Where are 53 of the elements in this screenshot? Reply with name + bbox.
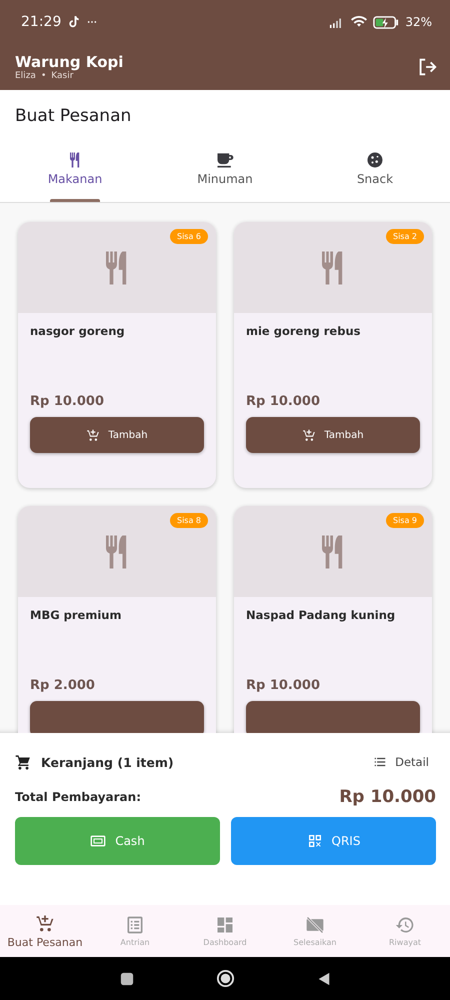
category-tab[interactable]: Makanan: [0, 140, 150, 202]
cart-plus-icon: [35, 913, 55, 933]
banknote-icon: [90, 833, 106, 849]
crossed-card-icon: [305, 915, 325, 935]
cookie-icon: [365, 150, 385, 170]
stock-badge: Sisa 6: [170, 229, 208, 244]
music-note-icon: [67, 15, 82, 29]
product-card[interactable]: Sisa 8 MBG premium Rp 2.000: [18, 506, 216, 733]
product-name: mie goreng rebus: [246, 324, 362, 340]
history-icon: [395, 915, 415, 935]
list-icon: [125, 915, 145, 935]
detail-button[interactable]: Detail: [366, 749, 436, 775]
app-title: Warung Kopi: [15, 53, 124, 71]
home-circle-icon[interactable]: [216, 969, 234, 988]
nav-item[interactable]: Buat Pesanan: [0, 905, 90, 957]
product-name: MBG premium: [30, 608, 122, 624]
dashboard-icon: [215, 915, 235, 935]
category-tab[interactable]: Minuman: [150, 140, 300, 202]
user-role: Kasir: [51, 71, 74, 81]
cart-plus-icon: [302, 428, 316, 442]
cart-summary: Keranjang (1 item): [41, 754, 174, 770]
page-title: Buat Pesanan: [14, 105, 132, 128]
product-price: Rp 10.000: [246, 678, 322, 693]
wifi-icon: [351, 16, 368, 28]
product-name: nasgor goreng: [30, 324, 126, 340]
battery-icon: [373, 16, 400, 28]
stock-badge: Sisa 2: [386, 229, 424, 244]
product-price: Rp 10.000: [30, 394, 106, 409]
stock-badge: Sisa 8: [170, 513, 208, 528]
cart-icon: [15, 754, 32, 770]
list-icon: [373, 755, 388, 769]
product-card[interactable]: Sisa 9 Naspad Padang kuning Rp 10.000: [234, 506, 432, 733]
square-icon[interactable]: [120, 972, 134, 986]
cart-plus-icon: [86, 428, 100, 442]
product-name: Naspad Padang kuning: [246, 608, 396, 624]
stock-badge: Sisa 9: [386, 513, 424, 528]
clock-time: 21:29: [21, 14, 62, 30]
product-card[interactable]: Sisa 6 nasgor goreng Rp 10.000 Tambah: [18, 222, 216, 488]
separator-dot: •: [40, 71, 46, 81]
product-price: Rp 2.000: [30, 678, 96, 693]
category-tab[interactable]: Snack: [300, 140, 450, 202]
total-label: Total Pembayaran:: [15, 790, 141, 804]
back-triangle-icon[interactable]: [316, 972, 330, 986]
qr-code-icon: [306, 833, 323, 849]
user-name: Eliza: [15, 71, 36, 81]
tab-indicator: [50, 199, 100, 202]
add-button[interactable]: Tambah: [246, 417, 420, 453]
total-amount: Rp 10.000: [339, 787, 436, 807]
more-dots-icon: [87, 20, 98, 24]
product-price: Rp 10.000: [246, 394, 322, 409]
battery-percent: 32%: [405, 15, 432, 29]
add-button[interactable]: Tambah: [30, 417, 204, 453]
product-card[interactable]: Sisa 2 mie goreng rebus Rp 10.000 Tambah: [234, 222, 432, 488]
